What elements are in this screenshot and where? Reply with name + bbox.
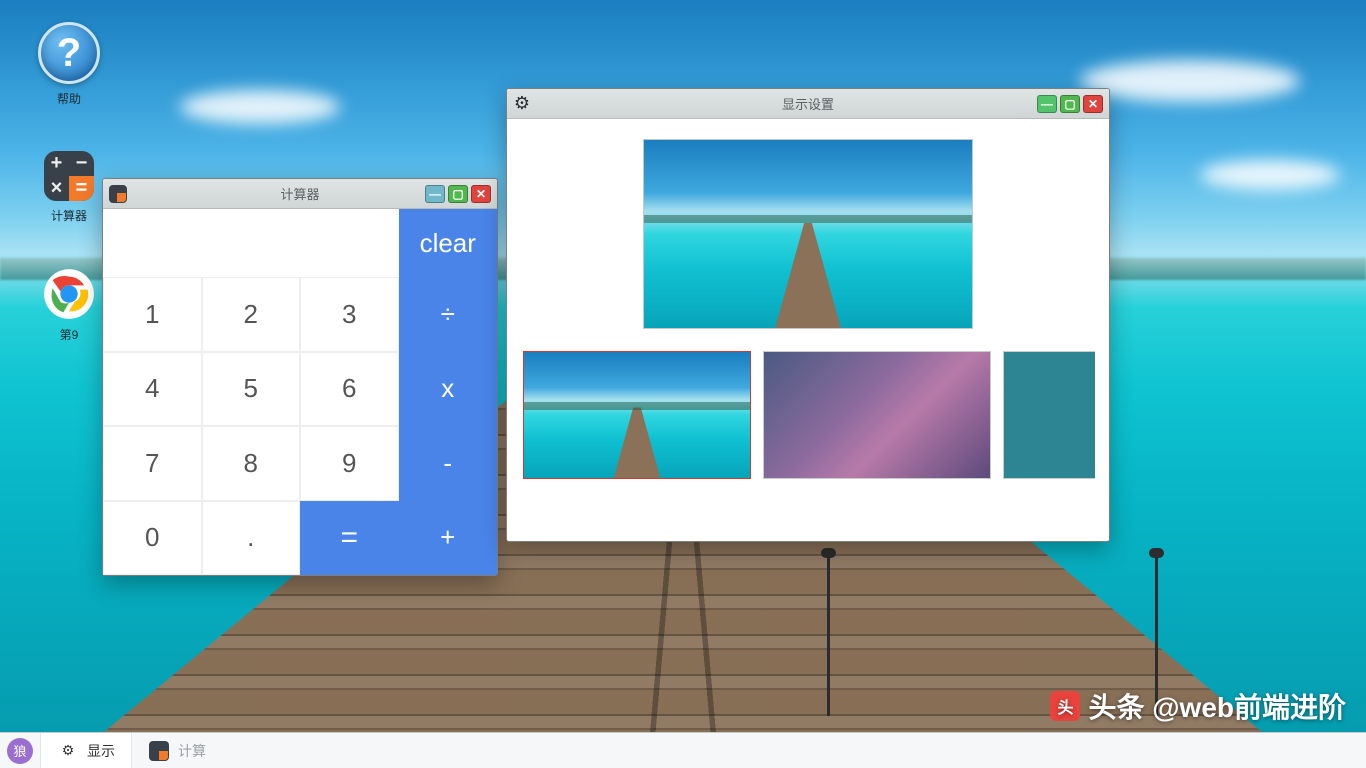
gear-icon: ⚙ xyxy=(513,95,531,113)
calculator-keypad: clear 1 2 3 ÷ 4 5 6 x 7 8 9 - 0 . = + xyxy=(103,209,497,575)
calculator-titlebar[interactable]: 计算器 — ▢ ✕ xyxy=(103,179,497,209)
display-settings-titlebar[interactable]: ⚙ 显示设置 — ▢ ✕ xyxy=(507,89,1109,119)
key-add[interactable]: + xyxy=(399,501,498,576)
key-4[interactable]: 4 xyxy=(103,352,202,427)
key-clear[interactable]: clear xyxy=(399,209,498,277)
close-button[interactable]: ✕ xyxy=(471,185,491,203)
close-button[interactable]: ✕ xyxy=(1083,95,1103,113)
key-9[interactable]: 9 xyxy=(300,426,399,501)
gear-icon: ⚙ xyxy=(57,740,79,762)
key-7[interactable]: 7 xyxy=(103,426,202,501)
watermark: 头 头条 @web前端进阶 xyxy=(1050,686,1346,726)
wallpaper-thumb-teal[interactable] xyxy=(1003,351,1095,479)
calculator-window: 计算器 — ▢ ✕ clear 1 2 3 ÷ 4 5 6 x 7 8 9 - … xyxy=(102,178,498,576)
wallpaper-thumbnails[interactable] xyxy=(521,349,1095,481)
start-button[interactable]: 狼 xyxy=(0,733,40,768)
maximize-button[interactable]: ▢ xyxy=(1060,95,1080,113)
wallpaper-preview xyxy=(643,139,973,329)
key-decimal[interactable]: . xyxy=(202,501,301,576)
display-settings-window: ⚙ 显示设置 — ▢ ✕ xyxy=(506,88,1110,542)
maximize-button[interactable]: ▢ xyxy=(448,185,468,203)
chrome-label: 第9 xyxy=(60,326,79,343)
start-icon: 狼 xyxy=(7,738,33,764)
help-icon: ? xyxy=(38,22,100,84)
key-8[interactable]: 8 xyxy=(202,426,301,501)
taskbar: 狼 ⚙ 显示 计算 xyxy=(0,732,1366,768)
key-divide[interactable]: ÷ xyxy=(399,277,498,352)
calculator-icon: +−×= xyxy=(44,151,94,201)
taskbar-item-label: 计算 xyxy=(178,741,206,761)
taskbar-item-display[interactable]: ⚙ 显示 xyxy=(40,733,131,768)
key-3[interactable]: 3 xyxy=(300,277,399,352)
desktop-icons: ? 帮助 +−×= 计算器 第9 xyxy=(34,22,104,387)
chrome-shortcut[interactable]: 第9 xyxy=(34,268,104,343)
display-settings-title: 显示设置 xyxy=(507,94,1109,113)
key-equals[interactable]: = xyxy=(300,501,399,576)
key-0[interactable]: 0 xyxy=(103,501,202,576)
key-subtract[interactable]: - xyxy=(399,426,498,501)
key-multiply[interactable]: x xyxy=(399,352,498,427)
chrome-icon xyxy=(43,268,95,320)
taskbar-item-calculator[interactable]: 计算 xyxy=(131,733,222,768)
calculator-titlebar-icon xyxy=(109,185,127,203)
calculator-icon xyxy=(148,740,170,762)
help-label: 帮助 xyxy=(57,90,81,107)
calculator-label: 计算器 xyxy=(51,207,87,224)
minimize-button[interactable]: — xyxy=(425,185,445,203)
minimize-button[interactable]: — xyxy=(1037,95,1057,113)
watermark-logo-icon: 头 xyxy=(1050,691,1080,721)
wallpaper-thumb-gradient[interactable] xyxy=(763,351,991,479)
key-6[interactable]: 6 xyxy=(300,352,399,427)
calculator-shortcut[interactable]: +−×= 计算器 xyxy=(34,151,104,224)
taskbar-item-label: 显示 xyxy=(87,741,115,761)
key-5[interactable]: 5 xyxy=(202,352,301,427)
help-shortcut[interactable]: ? 帮助 xyxy=(34,22,104,107)
key-2[interactable]: 2 xyxy=(202,277,301,352)
watermark-text: 头条 @web前端进阶 xyxy=(1088,686,1346,726)
key-1[interactable]: 1 xyxy=(103,277,202,352)
wallpaper-thumb-beach[interactable] xyxy=(523,351,751,479)
calculator-display-area xyxy=(103,209,399,277)
